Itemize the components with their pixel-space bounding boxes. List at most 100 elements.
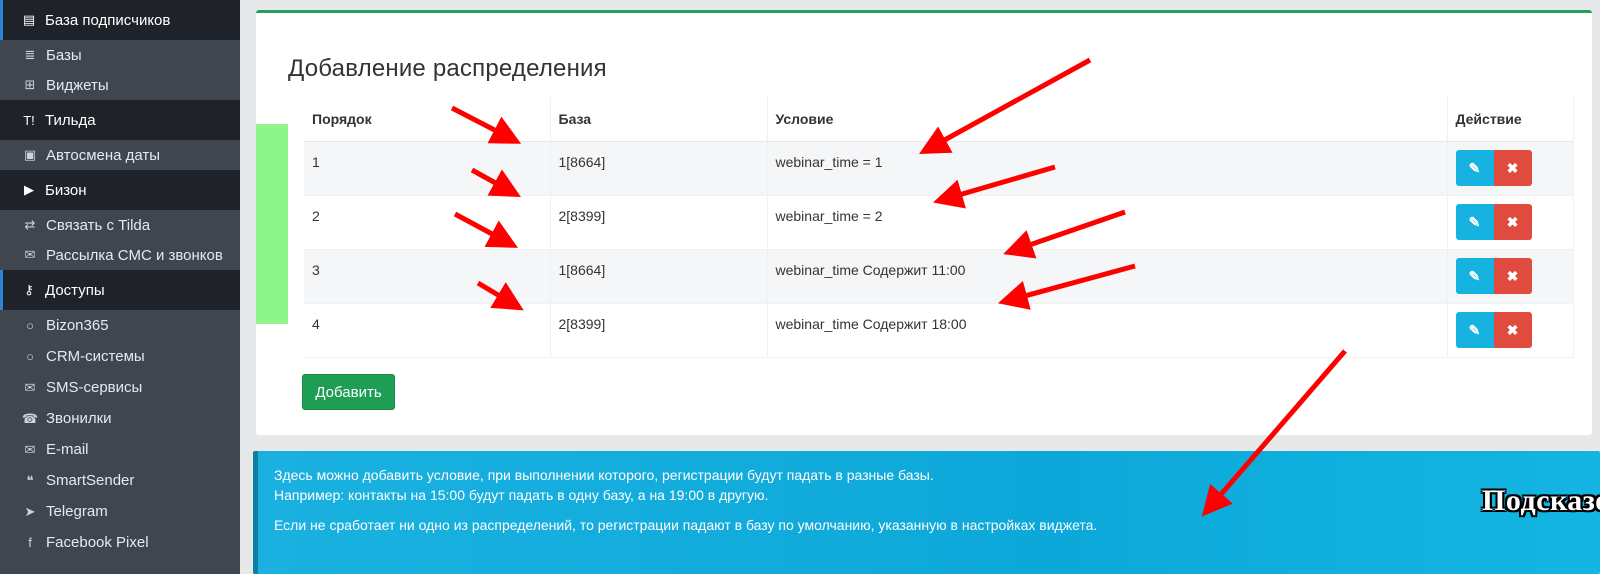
action-cell: ✎ ✖ bbox=[1447, 195, 1574, 250]
order-cell: 2 bbox=[304, 195, 551, 250]
sidebar-item[interactable]: ✉ E-mail bbox=[0, 434, 240, 465]
circle-icon: ○ bbox=[26, 318, 34, 333]
sidebar-item[interactable]: ☎ Звонилки bbox=[0, 403, 240, 434]
sidebar-item[interactable]: f Facebook Pixel bbox=[0, 527, 240, 558]
edit-button[interactable]: ✎ bbox=[1455, 258, 1494, 294]
close-icon: ✖ bbox=[1506, 159, 1519, 176]
column-header-order: Порядок bbox=[304, 97, 551, 142]
pencil-icon: ✎ bbox=[1468, 159, 1481, 176]
table-header-row: Порядок База Условие Действие bbox=[304, 97, 1574, 142]
sidebar-item[interactable]: ⊞ Виджеты bbox=[0, 70, 240, 100]
circle-icon: ○ bbox=[26, 349, 34, 364]
sidebar-item-label: Bizon365 bbox=[46, 317, 109, 334]
exchange-icon: ⇄ bbox=[24, 217, 36, 232]
table-row: 2 2[8399] webinar_time = 2 ✎ ✖ bbox=[304, 195, 1574, 250]
sidebar-item-label: Тильда bbox=[45, 111, 96, 129]
widget-icon: ⊞ bbox=[24, 77, 36, 92]
info-text-line: Здесь можно добавить условие, при выполн… bbox=[274, 467, 934, 483]
sidebar-item[interactable]: ➤ Telegram bbox=[0, 496, 240, 527]
sidebar-item-label: Доступы bbox=[45, 281, 105, 299]
sidebar-item[interactable]: ≣ Базы bbox=[0, 40, 240, 70]
delete-button[interactable]: ✖ bbox=[1493, 258, 1532, 294]
key-icon: ⚷ bbox=[24, 282, 34, 297]
telegram-icon: ➤ bbox=[24, 503, 36, 519]
distribution-card: Добавление распределения Порядок База Ус… bbox=[256, 10, 1592, 435]
youtube-icon: ▶ bbox=[24, 182, 34, 197]
sidebar-item-label: Facebook Pixel bbox=[46, 534, 149, 551]
sidebar-item[interactable]: T! Тильда bbox=[0, 100, 240, 140]
condition-cell: webinar_time Содержит 18:00 bbox=[767, 303, 1448, 358]
edit-button[interactable]: ✎ bbox=[1455, 204, 1494, 240]
sidebar-item-label: Автосмена даты bbox=[46, 146, 161, 164]
add-button[interactable]: Добавить bbox=[302, 374, 395, 410]
sidebar-item[interactable]: ⇄ Связать с Tilda bbox=[0, 210, 240, 240]
column-header-action: Действие bbox=[1447, 97, 1574, 142]
edit-button[interactable]: ✎ bbox=[1455, 150, 1494, 186]
info-text-line: Если не сработает ни одно из распределен… bbox=[274, 517, 1098, 533]
envelope-icon: ✉ bbox=[24, 247, 36, 262]
delete-button[interactable]: ✖ bbox=[1493, 204, 1532, 240]
calendar-plus-icon: ▣ bbox=[23, 147, 37, 162]
base-cell: 2[8399] bbox=[550, 195, 768, 250]
facebook-icon: f bbox=[28, 535, 32, 550]
info-text-line: Например: контакты на 15:00 будут падать… bbox=[274, 487, 769, 503]
sidebar-item-label: Telegram bbox=[46, 503, 108, 520]
sidebar-item[interactable]: ❝ SmartSender bbox=[0, 465, 240, 496]
table-row: 3 1[8664] webinar_time Содержит 11:00 ✎ ✖ bbox=[304, 249, 1574, 304]
database-icon: ≣ bbox=[24, 47, 36, 62]
sidebar-item[interactable]: ▶ Бизон bbox=[0, 170, 240, 210]
sidebar-item-label: Звонилки bbox=[46, 410, 112, 427]
order-cell: 3 bbox=[304, 249, 551, 304]
pencil-icon: ✎ bbox=[1468, 321, 1481, 338]
sidebar: ▤ База подписчиков ≣ Базы ⊞ Виджеты T! Тильда ▣ А… bbox=[0, 0, 240, 574]
envelope-icon: ✉ bbox=[24, 379, 36, 395]
condition-cell: webinar_time = 2 bbox=[767, 195, 1448, 250]
sidebar-item[interactable]: ⚷ Доступы bbox=[0, 270, 240, 310]
sidebar-item-label: Бизон bbox=[45, 181, 87, 199]
action-cell: ✎ ✖ bbox=[1447, 303, 1574, 358]
phone-icon: ☎ bbox=[21, 410, 39, 426]
delete-button[interactable]: ✖ bbox=[1493, 312, 1532, 348]
sidebar-item-label: Рассылка СМС и звонков bbox=[46, 246, 223, 264]
chat-icon: ❝ bbox=[26, 472, 34, 488]
distribution-table: Порядок База Условие Действие 1 1[8664] we… bbox=[304, 97, 1574, 358]
condition-cell: webinar_time = 1 bbox=[767, 141, 1448, 196]
tilda-icon: T! bbox=[23, 112, 35, 128]
table-row: 1 1[8664] webinar_time = 1 ✎ ✖ bbox=[304, 141, 1574, 196]
envelope-icon: ✉ bbox=[24, 441, 36, 457]
column-header-condition: Условие bbox=[767, 97, 1448, 142]
sidebar-item[interactable]: ▤ База подписчиков bbox=[0, 0, 240, 40]
sidebar-item-label: E-mail bbox=[46, 441, 89, 458]
action-cell: ✎ ✖ bbox=[1447, 141, 1574, 196]
action-cell: ✎ ✖ bbox=[1447, 249, 1574, 304]
sidebar-item-label: Виджеты bbox=[46, 76, 109, 94]
close-icon: ✖ bbox=[1506, 213, 1519, 230]
highlight-marker bbox=[256, 124, 288, 324]
table-row: 4 2[8399] webinar_time Содержит 18:00 ✎ ✖ bbox=[304, 303, 1574, 358]
condition-cell: webinar_time Содержит 11:00 bbox=[767, 249, 1448, 304]
base-cell: 1[8664] bbox=[550, 249, 768, 304]
sidebar-item[interactable]: ▣ Автосмена даты bbox=[0, 140, 240, 170]
sidebar-item[interactable]: ○ CRM-системы bbox=[0, 341, 240, 372]
delete-button[interactable]: ✖ bbox=[1493, 150, 1532, 186]
close-icon: ✖ bbox=[1506, 267, 1519, 284]
sidebar-item-label: SMS-сервисы bbox=[46, 379, 143, 396]
close-icon: ✖ bbox=[1506, 321, 1519, 338]
sidebar-item-label: CRM-системы bbox=[46, 348, 145, 365]
order-cell: 1 bbox=[304, 141, 551, 196]
base-cell: 1[8664] bbox=[550, 141, 768, 196]
page-title: Добавление распределения bbox=[288, 55, 607, 82]
database-list-icon: ▤ bbox=[22, 12, 36, 27]
main-content: Добавление распределения Порядок База Ус… bbox=[240, 0, 1600, 574]
sidebar-item-label: Связать с Tilda bbox=[46, 216, 151, 234]
order-cell: 4 bbox=[304, 303, 551, 358]
base-cell: 2[8399] bbox=[550, 303, 768, 358]
overlay-caption: Подсказочка bbox=[1482, 484, 1600, 517]
sidebar-item[interactable]: ○ Bizon365 bbox=[0, 310, 240, 341]
sidebar-item[interactable]: ✉ Рассылка СМС и звонков bbox=[0, 240, 240, 270]
sidebar-item[interactable]: ✉ SMS-сервисы bbox=[0, 372, 240, 403]
edit-button[interactable]: ✎ bbox=[1455, 312, 1494, 348]
info-box: Здесь можно добавить условие, при выполн… bbox=[253, 451, 1600, 574]
sidebar-item-label: Базы bbox=[46, 46, 82, 64]
column-header-base: База bbox=[550, 97, 768, 142]
